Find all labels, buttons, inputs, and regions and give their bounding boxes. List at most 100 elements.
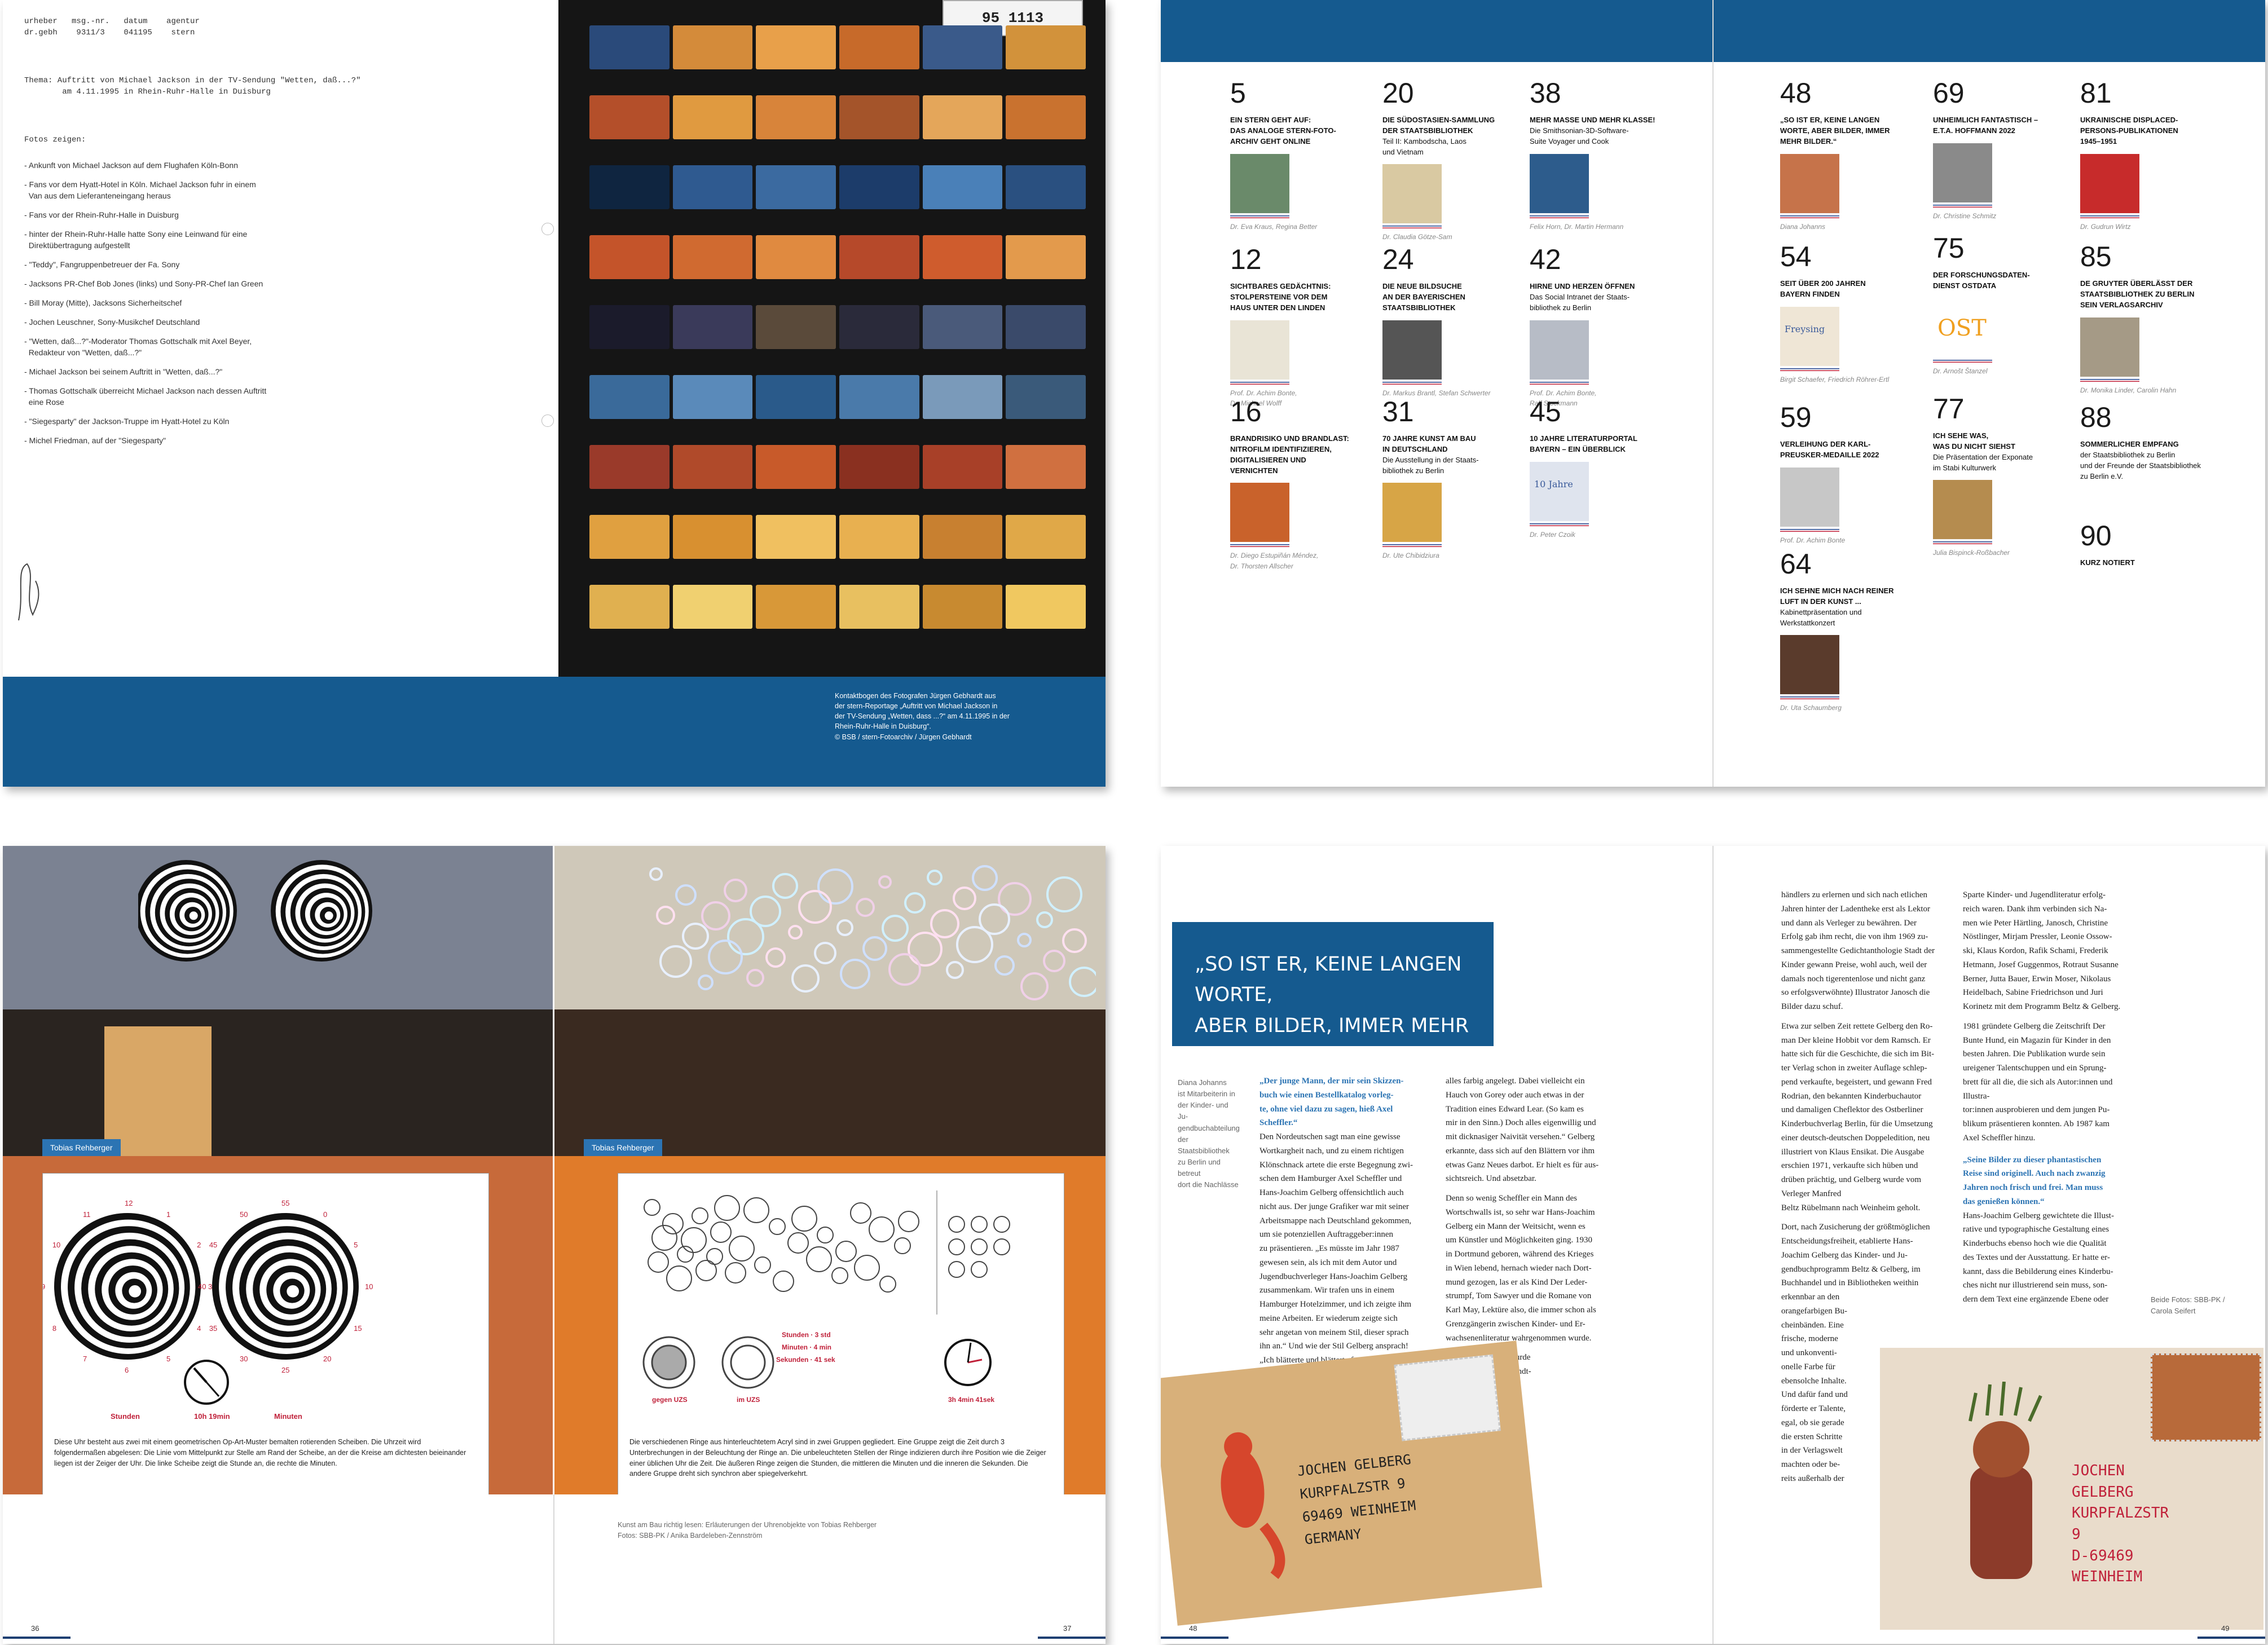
ring-pictogram bbox=[769, 1218, 786, 1235]
film-frame bbox=[1006, 375, 1086, 419]
text-line: ches nicht nur illustrierend sein muss, … bbox=[1963, 1281, 2108, 1290]
film-frame bbox=[922, 515, 1003, 559]
toc-title-line: PREUSKER-MEDAILLE 2022 bbox=[1780, 450, 1879, 459]
thumbnail-flag-stripe bbox=[2080, 215, 2139, 218]
toc-entry: 81 UKRAINISCHE DISPLACED- PERSONS-PUBLIKAT… bbox=[2080, 79, 2216, 232]
toc-title-line: STAATSBIBLIOTHEK ZU BERLIN bbox=[2080, 289, 2195, 298]
text-line: Carola Seifert bbox=[2151, 1307, 2196, 1316]
toc-title-line: 70 JAHRE KUNST AM BAU bbox=[1382, 434, 1476, 443]
text-line: Hamburger Hotelzimmer, und ich zeigte ih… bbox=[1259, 1300, 1412, 1309]
toc-page-number: 16 bbox=[1230, 396, 1262, 427]
toc-title: KURZ NOTIERT bbox=[2080, 558, 2216, 568]
text-line: „SO IST ER, KEINE LANGEN WORTE, bbox=[1195, 953, 1462, 1007]
text-line: Grenzgängerin zwischen Kinder- und Er- bbox=[1446, 1319, 1586, 1329]
toc-subtitle-line: zu Berlin e.V. bbox=[2080, 471, 2124, 480]
text-line: der stern-Reportage „Auftritt von Michae… bbox=[835, 702, 998, 711]
article-column-4: Sparte Kinder- und Jugendliteratur erfol… bbox=[1963, 888, 2132, 1307]
light-ring bbox=[675, 884, 697, 906]
text-line: zusammenkam. Wir trafen uns in einem bbox=[1259, 1286, 1395, 1295]
toc-title-line: WAS DU NICHT SIEHST bbox=[1933, 442, 2015, 451]
text-line: Klönschnack artete die erste Begegnung z… bbox=[1259, 1160, 1413, 1170]
toc-title-line: PERSONS-PUBLIKATIONEN bbox=[2080, 126, 2178, 135]
text-line: Fotos: SBB-PK / Anika Bardeleben-Zennstr… bbox=[618, 1531, 763, 1540]
text-line: und dann als Verleger zu bewähren. Der bbox=[1781, 918, 1917, 928]
toc-subtitle: der Staatsbibliothek zu Berlin und der Fr… bbox=[2080, 450, 2216, 482]
ring-pictogram bbox=[854, 1255, 880, 1281]
film-frame bbox=[672, 375, 753, 419]
light-ring bbox=[798, 890, 832, 924]
text-line: alles farbig angelegt. Dabei vielleicht … bbox=[1446, 1077, 1585, 1086]
page-number-left: 36 bbox=[31, 1624, 39, 1633]
toc-author-line: Birgit Schaefer, Friedrich Röhrer-Ertl bbox=[1780, 375, 1890, 383]
typed-item: - Michael Jackson bei seinem Auftritt in… bbox=[24, 367, 223, 376]
op-art-disc bbox=[138, 860, 237, 962]
text-line: buch wie einen Bestellkatalog vorleg- bbox=[1259, 1090, 1394, 1100]
fotos-heading: Fotos zeigen: bbox=[24, 135, 86, 144]
toc-page-number: 31 bbox=[1382, 396, 1414, 427]
film-frame bbox=[1006, 585, 1086, 629]
toc-title: VERLEIHUNG DER KARL- PREUSKER-MEDAILLE 20… bbox=[1780, 439, 1915, 461]
toc-title-line: E.T.A. HOFFMANN 2022 bbox=[1933, 126, 2015, 135]
toc-authors: Dr. Eva Kraus, Regina Better bbox=[1230, 222, 1366, 232]
wood-paneling bbox=[554, 1009, 1106, 1156]
toc-title-line: DIE NEUE BILDSUCHE bbox=[1382, 282, 1462, 290]
film-frame bbox=[922, 25, 1003, 69]
toc-author-line: Dr. Diego Estupiñán Méndez, bbox=[1230, 552, 1319, 560]
page-bar bbox=[3, 1637, 71, 1639]
light-ring bbox=[701, 901, 730, 930]
text-line: Hans-Joachim Gelberg gewichtete die Illu… bbox=[1963, 1211, 2114, 1220]
text-line: dern dem Text eine ergänzende Ebene oder bbox=[1963, 1295, 2109, 1304]
light-ring bbox=[953, 887, 976, 910]
toc-entry: 90 KURZ NOTIERT bbox=[2080, 522, 2216, 568]
header-fields: urheber msg.-nr. datum agentur bbox=[24, 17, 200, 26]
film-frame bbox=[1006, 25, 1086, 69]
thumbnail-flag-stripe bbox=[1230, 544, 1289, 548]
toc-subtitle-line: Das Social Intranet der Staats- bbox=[1530, 292, 1630, 301]
text-line: das genießen können.“ bbox=[1963, 1197, 2045, 1206]
toc-thumbnail bbox=[1780, 635, 1839, 695]
film-frame bbox=[839, 445, 919, 489]
text-line: Joachim Gelberg das Kinder- und Ju- bbox=[1781, 1250, 1908, 1260]
text-line: Kontaktbogen des Fotografen Jürgen Gebha… bbox=[835, 692, 996, 700]
text-line: „Seine Bilder zu dieser phantastischen bbox=[1963, 1155, 2102, 1165]
author-note: Diana Johanns ist Mitarbeiterin in der Kin… bbox=[1178, 1077, 1240, 1190]
toc-author-line: Dr. Eva Kraus, Regina Better bbox=[1230, 222, 1318, 231]
light-ring bbox=[817, 868, 853, 905]
toc-page-number: 69 bbox=[1933, 77, 1965, 109]
toc-subtitle-line: Die Smithsonian-3D-Software- bbox=[1530, 126, 1629, 135]
op-art-disc bbox=[271, 860, 372, 962]
toc-thumbnail bbox=[1530, 153, 1589, 213]
light-ring bbox=[750, 896, 781, 927]
thumbnail-flag-stripe bbox=[1382, 544, 1442, 548]
text-line: mir in den Sinn.) Doch alles eigenwillig… bbox=[1446, 1118, 1596, 1128]
toc-author-line: Julia Bispinck-Roßbacher bbox=[1933, 549, 2010, 557]
text-line: Nöstlinger, Mirjam Pressler, Leonie Osso… bbox=[1963, 932, 2112, 942]
toc-title-line: MEHR MASSE UND MEHR KLASSE! bbox=[1530, 116, 1655, 124]
text-line: Kunst am Bau richtig lesen: Erläuterunge… bbox=[618, 1521, 877, 1529]
artist-label: Tobias Rehberger bbox=[42, 1139, 121, 1156]
photo-credit: Beide Fotos: SBB-PK / Carola Seifert bbox=[2151, 1294, 2225, 1317]
dial-number: 2 bbox=[197, 1241, 201, 1249]
clock-label: Minuten · 4 min bbox=[782, 1343, 831, 1351]
toc-page-number: 12 bbox=[1230, 244, 1262, 275]
op-art-clock-diagram: 1212345678910115505101520253035404550Stu… bbox=[41, 1199, 373, 1421]
text-line: WEINHEIM bbox=[2072, 1568, 2143, 1586]
light-ring bbox=[856, 898, 875, 917]
toc-thumbnail bbox=[1933, 143, 1992, 202]
dial-number: 55 bbox=[281, 1199, 289, 1207]
ring-pictogram bbox=[898, 1211, 919, 1232]
toc-author-line: Dr. Christine Schmitz bbox=[1933, 211, 1997, 220]
film-frame bbox=[839, 25, 919, 69]
dial-number: 5 bbox=[166, 1355, 170, 1363]
toc-author-line: Felix Horn, Dr. Martin Hermann bbox=[1530, 222, 1624, 231]
thumbnail-text: OST bbox=[1937, 315, 1987, 341]
pull-quote-highlight: „Seine Bilder zu dieser phantastischen Re… bbox=[1963, 1153, 2132, 1209]
ring-pictogram bbox=[850, 1202, 871, 1224]
light-ring bbox=[972, 865, 998, 891]
clock-label: Minuten bbox=[274, 1412, 302, 1421]
toc-subtitle-line: bibliothek zu Berlin bbox=[1530, 303, 1592, 312]
toc-title-line: 10 JAHRE LITERATURPORTAL bbox=[1530, 434, 1637, 443]
typed-item: - Bill Moray (Mitte), Jacksons Sicherhei… bbox=[24, 298, 182, 307]
thumbnail-text: Freysing bbox=[1785, 323, 1825, 334]
